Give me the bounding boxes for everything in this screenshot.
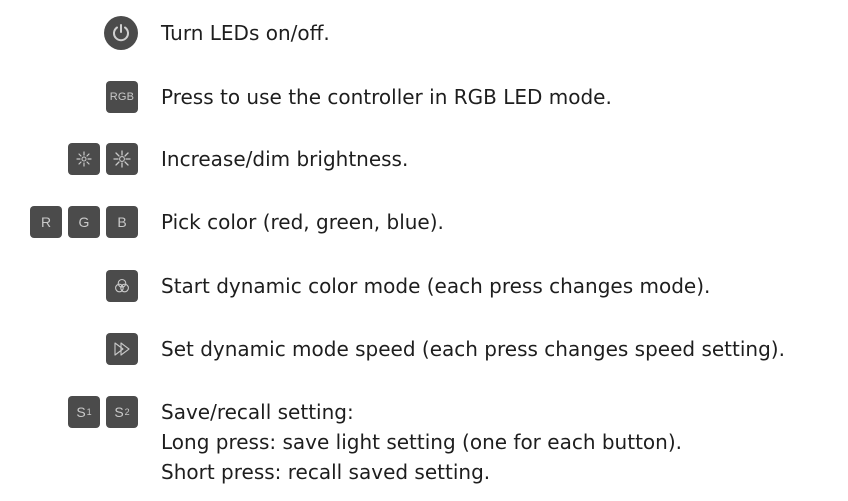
save-slot-2-letter: S — [114, 404, 124, 420]
save-description-line-2: Long press: save light setting (one for … — [161, 430, 682, 454]
color-circles-icon — [115, 278, 129, 293]
brightness-description: Increase/dim brightness. — [161, 147, 409, 171]
blue-button[interactable]: B — [106, 206, 138, 238]
rgb-button[interactable]: RGB — [106, 81, 138, 113]
sun-dim-icon — [113, 150, 131, 168]
rgb-description: Press to use the controller in RGB LED m… — [161, 85, 612, 109]
save-slot-2-number: 2 — [124, 407, 130, 417]
dynamic-description: Start dynamic color mode (each press cha… — [161, 274, 711, 298]
speed-description: Set dynamic mode speed (each press chang… — [161, 337, 785, 361]
save-description: Save/recall setting: Long press: save li… — [161, 397, 682, 487]
brightness-up-button[interactable] — [68, 143, 100, 175]
save-slot-2-button[interactable]: S2 — [106, 396, 138, 428]
power-description: Turn LEDs on/off. — [161, 21, 330, 45]
brightness-down-button[interactable] — [106, 143, 138, 175]
power-icon — [113, 24, 129, 42]
save-description-line-3: Short press: recall saved setting. — [161, 460, 491, 484]
red-button[interactable]: R — [30, 206, 62, 238]
green-button[interactable]: G — [68, 206, 100, 238]
speed-button[interactable] — [106, 333, 138, 365]
save-slot-1-letter: S — [76, 404, 86, 420]
fast-forward-icon — [114, 342, 130, 356]
save-slot-1-button[interactable]: S1 — [68, 396, 100, 428]
save-slot-1-number: 1 — [86, 407, 92, 417]
dynamic-mode-button[interactable] — [106, 270, 138, 302]
color-description: Pick color (red, green, blue). — [161, 210, 444, 234]
power-button[interactable] — [104, 16, 138, 50]
sun-bright-icon — [76, 151, 92, 167]
save-description-line-1: Save/recall setting: — [161, 400, 354, 424]
